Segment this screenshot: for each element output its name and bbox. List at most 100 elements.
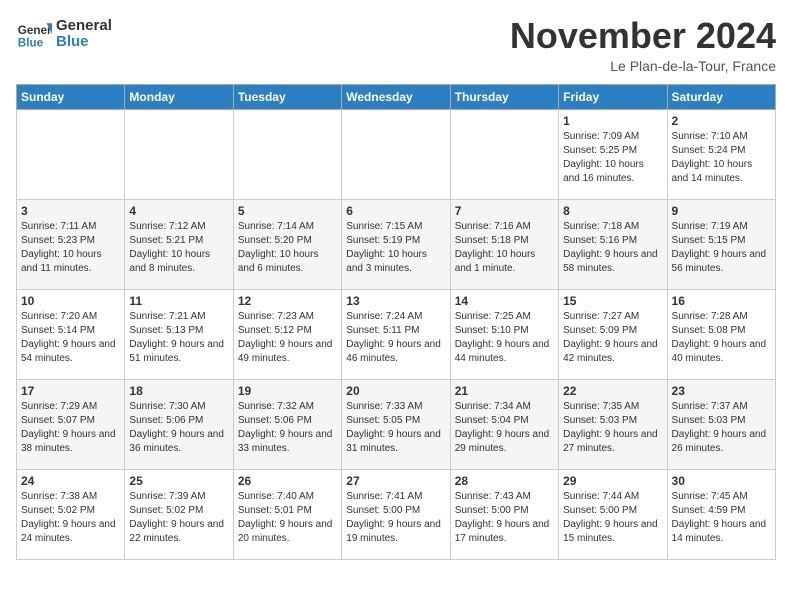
day-number: 24 (21, 474, 120, 488)
calendar-cell: 21Sunrise: 7:34 AM Sunset: 5:04 PM Dayli… (450, 379, 558, 469)
day-info: Sunrise: 7:11 AM Sunset: 5:23 PM Dayligh… (21, 220, 120, 276)
calendar-cell: 28Sunrise: 7:43 AM Sunset: 5:00 PM Dayli… (450, 469, 558, 559)
calendar-cell (17, 109, 125, 199)
weekday-header-monday: Monday (125, 84, 233, 109)
calendar-cell: 22 Sunrise: 7:35 AM Sunset: 5:03 PM Dayli… (559, 379, 667, 469)
calendar-cell: 6 Sunrise: 7:15 AM Sunset: 5:19 PM Daylig… (342, 199, 450, 289)
day-number: 7 (455, 204, 554, 218)
day-number: 19 (238, 384, 337, 398)
weekday-header-row: SundayMondayTuesdayWednesdayThursdayFrid… (17, 84, 776, 109)
calendar-cell: 11 Sunrise: 7:21 AM Sunset: 5:13 PM Dayli… (125, 289, 233, 379)
day-info: Sunrise: 7:45 AM Sunset: 4:59 PM Dayligh… (672, 490, 771, 546)
day-info: Sunrise: 7:33 AM Sunset: 5:05 PM Dayligh… (346, 400, 445, 456)
calendar-cell: 16Sunrise: 7:28 AM Sunset: 5:08 PM Dayli… (667, 289, 775, 379)
day-number: 3 (21, 204, 120, 218)
day-info: Sunrise: 7:37 AM Sunset: 5:03 PM Dayligh… (672, 400, 771, 456)
day-info: Sunrise: 7:39 AM Sunset: 5:02 PM Dayligh… (129, 490, 228, 546)
week-row-0: 1Sunrise: 7:09 AM Sunset: 5:25 PM Daylig… (17, 109, 776, 199)
week-row-2: 10 Sunrise: 7:20 AM Sunset: 5:14 PM Dayli… (17, 289, 776, 379)
day-number: 17 (21, 384, 120, 398)
day-number: 8 (563, 204, 662, 218)
week-row-4: 24 Sunrise: 7:38 AM Sunset: 5:02 PM Dayli… (17, 469, 776, 559)
day-info: Sunrise: 7:30 AM Sunset: 5:06 PM Dayligh… (129, 400, 228, 456)
page-header: General Blue General Blue November 2024 … (16, 16, 776, 74)
logo-general: General (56, 18, 112, 35)
day-number: 27 (346, 474, 445, 488)
calendar-cell: 4Sunrise: 7:12 AM Sunset: 5:21 PM Daylig… (125, 199, 233, 289)
day-info: Sunrise: 7:18 AM Sunset: 5:16 PM Dayligh… (563, 220, 662, 276)
day-info: Sunrise: 7:10 AM Sunset: 5:24 PM Dayligh… (672, 130, 771, 186)
day-number: 9 (672, 204, 771, 218)
calendar-cell: 23 Sunrise: 7:37 AM Sunset: 5:03 PM Dayli… (667, 379, 775, 469)
day-info: Sunrise: 7:14 AM Sunset: 5:20 PM Dayligh… (238, 220, 337, 276)
day-info: Sunrise: 7:23 AM Sunset: 5:12 PM Dayligh… (238, 310, 337, 366)
weekday-header-tuesday: Tuesday (233, 84, 341, 109)
day-info: Sunrise: 7:19 AM Sunset: 5:15 PM Dayligh… (672, 220, 771, 276)
day-number: 11 (129, 294, 228, 308)
calendar-cell (233, 109, 341, 199)
calendar-cell: 8 Sunrise: 7:18 AM Sunset: 5:16 PM Daylig… (559, 199, 667, 289)
title-block: November 2024 Le Plan-de-la-Tour, France (510, 16, 776, 74)
calendar-cell: 9 Sunrise: 7:19 AM Sunset: 5:15 PM Daylig… (667, 199, 775, 289)
calendar-cell: 15Sunrise: 7:27 AM Sunset: 5:09 PM Dayli… (559, 289, 667, 379)
logo-blue: Blue (56, 34, 112, 51)
day-info: Sunrise: 7:28 AM Sunset: 5:08 PM Dayligh… (672, 310, 771, 366)
calendar-cell (342, 109, 450, 199)
day-info: Sunrise: 7:44 AM Sunset: 5:00 PM Dayligh… (563, 490, 662, 546)
calendar-cell: 19 Sunrise: 7:32 AM Sunset: 5:06 PM Dayli… (233, 379, 341, 469)
day-info: Sunrise: 7:16 AM Sunset: 5:18 PM Dayligh… (455, 220, 554, 276)
calendar-cell: 14 Sunrise: 7:25 AM Sunset: 5:10 PM Dayli… (450, 289, 558, 379)
week-row-3: 17 Sunrise: 7:29 AM Sunset: 5:07 PM Dayli… (17, 379, 776, 469)
weekday-header-saturday: Saturday (667, 84, 775, 109)
day-info: Sunrise: 7:32 AM Sunset: 5:06 PM Dayligh… (238, 400, 337, 456)
day-info: Sunrise: 7:09 AM Sunset: 5:25 PM Dayligh… (563, 130, 662, 186)
day-info: Sunrise: 7:20 AM Sunset: 5:14 PM Dayligh… (21, 310, 120, 366)
weekday-header-friday: Friday (559, 84, 667, 109)
svg-text:Blue: Blue (18, 37, 44, 50)
day-info: Sunrise: 7:21 AM Sunset: 5:13 PM Dayligh… (129, 310, 228, 366)
calendar-cell: 20 Sunrise: 7:33 AM Sunset: 5:05 PM Dayli… (342, 379, 450, 469)
location: Le Plan-de-la-Tour, France (510, 58, 776, 74)
day-info: Sunrise: 7:35 AM Sunset: 5:03 PM Dayligh… (563, 400, 662, 456)
weekday-header-thursday: Thursday (450, 84, 558, 109)
calendar-cell: 17 Sunrise: 7:29 AM Sunset: 5:07 PM Dayli… (17, 379, 125, 469)
day-number: 29 (563, 474, 662, 488)
calendar-cell: 27Sunrise: 7:41 AM Sunset: 5:00 PM Dayli… (342, 469, 450, 559)
day-info: Sunrise: 7:40 AM Sunset: 5:01 PM Dayligh… (238, 490, 337, 546)
day-info: Sunrise: 7:38 AM Sunset: 5:02 PM Dayligh… (21, 490, 120, 546)
calendar-cell: 26 Sunrise: 7:40 AM Sunset: 5:01 PM Dayli… (233, 469, 341, 559)
calendar-cell: 7 Sunrise: 7:16 AM Sunset: 5:18 PM Daylig… (450, 199, 558, 289)
day-info: Sunrise: 7:25 AM Sunset: 5:10 PM Dayligh… (455, 310, 554, 366)
logo: General Blue General Blue (16, 16, 112, 52)
day-number: 12 (238, 294, 337, 308)
calendar-cell (125, 109, 233, 199)
week-row-1: 3 Sunrise: 7:11 AM Sunset: 5:23 PM Daylig… (17, 199, 776, 289)
day-number: 18 (129, 384, 228, 398)
calendar-cell (450, 109, 558, 199)
day-number: 22 (563, 384, 662, 398)
day-number: 2 (672, 114, 771, 128)
calendar-cell: 24 Sunrise: 7:38 AM Sunset: 5:02 PM Dayli… (17, 469, 125, 559)
day-number: 20 (346, 384, 445, 398)
logo-icon: General Blue (16, 16, 52, 52)
day-info: Sunrise: 7:15 AM Sunset: 5:19 PM Dayligh… (346, 220, 445, 276)
weekday-header-wednesday: Wednesday (342, 84, 450, 109)
month-title: November 2024 (510, 16, 776, 56)
day-info: Sunrise: 7:34 AM Sunset: 5:04 PM Dayligh… (455, 400, 554, 456)
calendar-cell: 13Sunrise: 7:24 AM Sunset: 5:11 PM Dayli… (342, 289, 450, 379)
day-number: 14 (455, 294, 554, 308)
day-info: Sunrise: 7:29 AM Sunset: 5:07 PM Dayligh… (21, 400, 120, 456)
calendar-cell: 1Sunrise: 7:09 AM Sunset: 5:25 PM Daylig… (559, 109, 667, 199)
calendar-cell: 30Sunrise: 7:45 AM Sunset: 4:59 PM Dayli… (667, 469, 775, 559)
calendar-cell: 18 Sunrise: 7:30 AM Sunset: 5:06 PM Dayli… (125, 379, 233, 469)
day-number: 28 (455, 474, 554, 488)
day-number: 26 (238, 474, 337, 488)
calendar-cell: 12 Sunrise: 7:23 AM Sunset: 5:12 PM Dayli… (233, 289, 341, 379)
day-number: 6 (346, 204, 445, 218)
calendar-cell: 29 Sunrise: 7:44 AM Sunset: 5:00 PM Dayli… (559, 469, 667, 559)
day-number: 10 (21, 294, 120, 308)
calendar-cell: 3 Sunrise: 7:11 AM Sunset: 5:23 PM Daylig… (17, 199, 125, 289)
calendar-cell: 10 Sunrise: 7:20 AM Sunset: 5:14 PM Dayli… (17, 289, 125, 379)
day-number: 13 (346, 294, 445, 308)
day-number: 23 (672, 384, 771, 398)
